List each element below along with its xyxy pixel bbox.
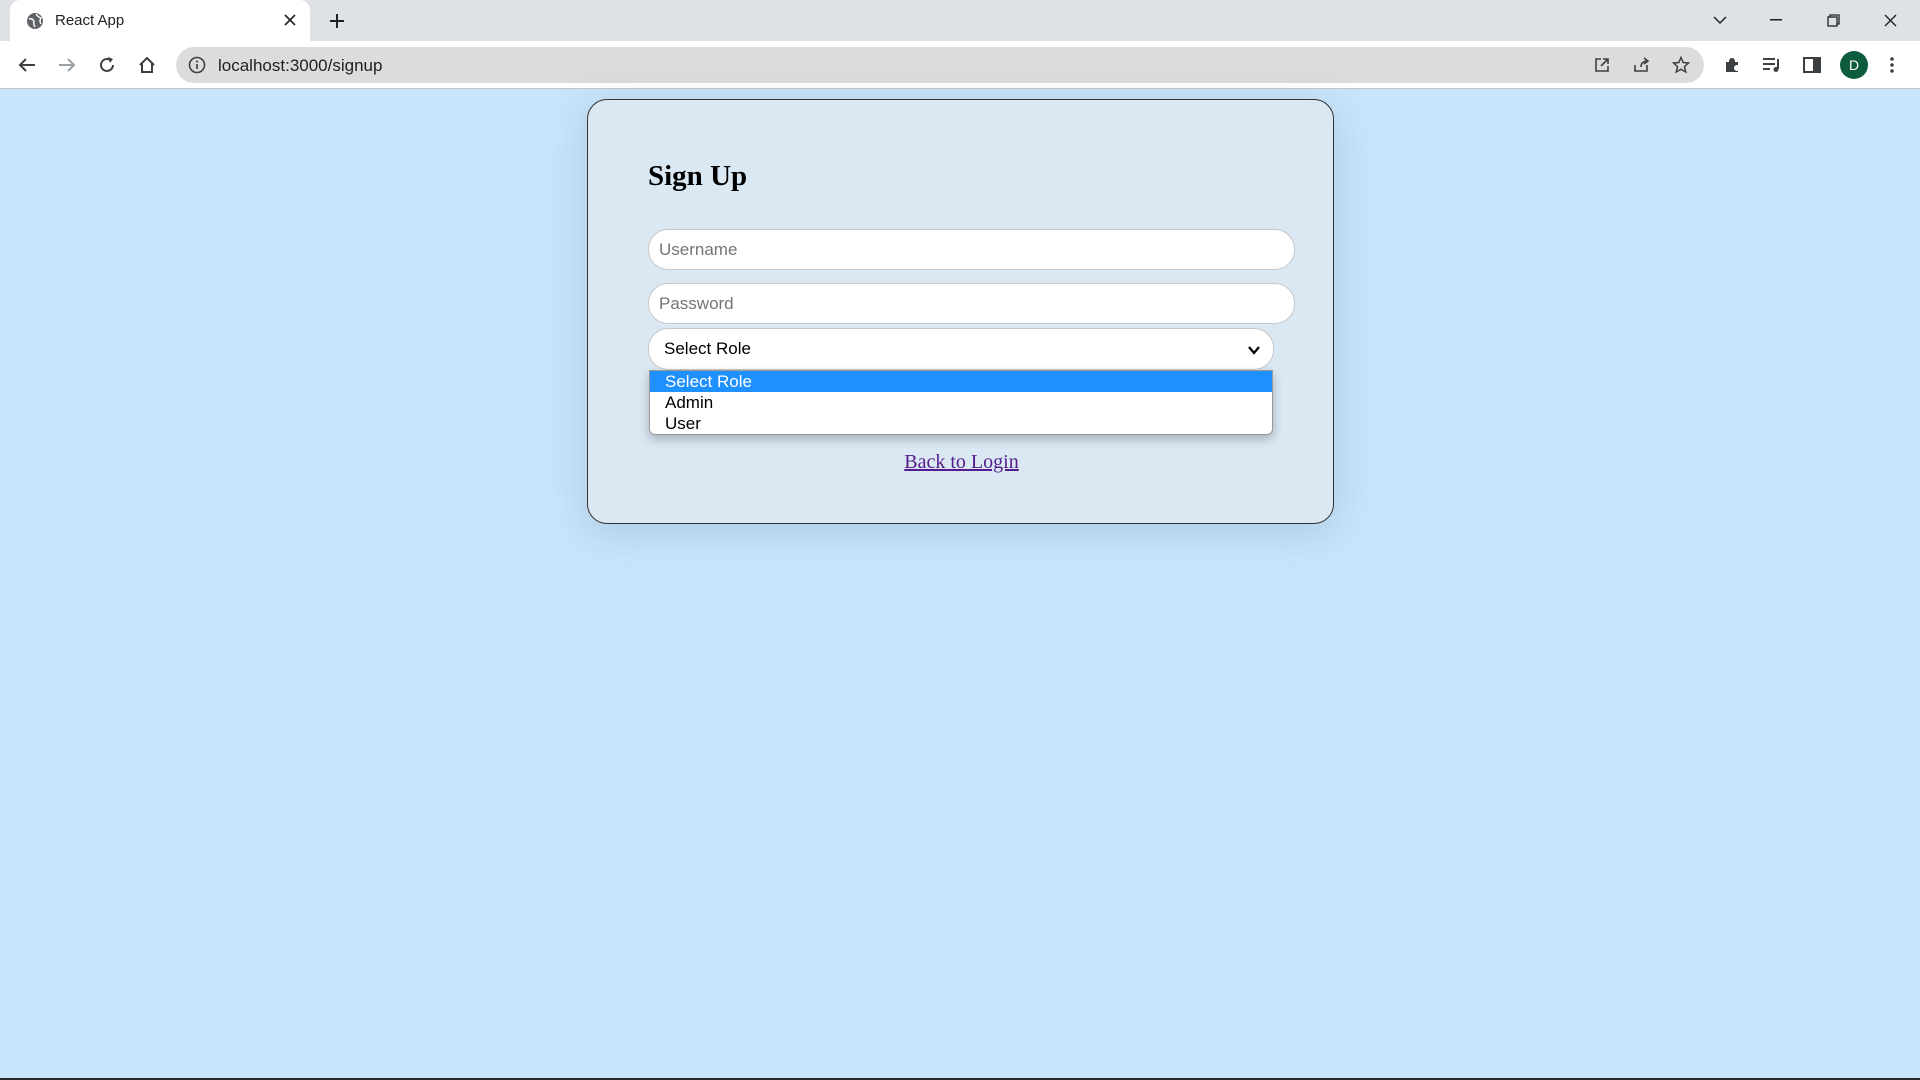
- media-queue-icon[interactable]: [1760, 53, 1784, 77]
- globe-icon: [26, 12, 44, 30]
- role-select-value: Select Role: [664, 339, 751, 358]
- signup-card: Sign Up Select Role Select Role Admin Us…: [587, 99, 1334, 524]
- chevron-down-icon: [1248, 346, 1260, 355]
- forward-arrow-icon[interactable]: [51, 49, 83, 81]
- more-menu-icon[interactable]: [1880, 53, 1904, 77]
- role-select[interactable]: Select Role: [648, 328, 1274, 370]
- tab-strip: React App: [0, 0, 1920, 41]
- new-tab-button[interactable]: [319, 5, 355, 37]
- role-option[interactable]: Select Role: [650, 371, 1272, 392]
- extensions-puzzle-icon[interactable]: [1720, 53, 1744, 77]
- share-icon[interactable]: [1631, 54, 1653, 76]
- page-title: Sign Up: [648, 160, 748, 192]
- role-dropdown-list: Select Role Admin User: [649, 370, 1273, 435]
- profile-avatar[interactable]: D: [1840, 51, 1868, 79]
- open-in-new-icon[interactable]: [1591, 54, 1613, 76]
- info-icon[interactable]: [188, 56, 206, 74]
- url-text: localhost:3000/signup: [218, 56, 383, 75]
- tab-search-icon[interactable]: [1700, 6, 1740, 34]
- username-input[interactable]: [648, 229, 1295, 270]
- bookmark-star-icon[interactable]: [1670, 54, 1692, 76]
- page-viewport: Sign Up Select Role Select Role Admin Us…: [0, 89, 1920, 1078]
- reload-icon[interactable]: [91, 49, 123, 81]
- browser-tab[interactable]: React App: [10, 0, 310, 41]
- browser-toolbar: localhost:3000/signup D: [0, 41, 1920, 89]
- role-option[interactable]: Admin: [650, 392, 1272, 413]
- minimize-icon[interactable]: [1756, 6, 1796, 34]
- restore-icon[interactable]: [1813, 6, 1853, 34]
- side-panel-icon[interactable]: [1800, 53, 1824, 77]
- address-bar[interactable]: localhost:3000/signup: [176, 47, 1704, 83]
- tab-title: React App: [55, 12, 125, 29]
- role-option[interactable]: User: [650, 413, 1272, 434]
- password-input[interactable]: [648, 283, 1295, 324]
- home-icon[interactable]: [131, 49, 163, 81]
- back-to-login-link[interactable]: Back to Login: [588, 451, 1335, 474]
- close-tab-icon[interactable]: [280, 10, 300, 30]
- close-window-icon[interactable]: [1870, 6, 1910, 34]
- back-arrow-icon[interactable]: [11, 49, 43, 81]
